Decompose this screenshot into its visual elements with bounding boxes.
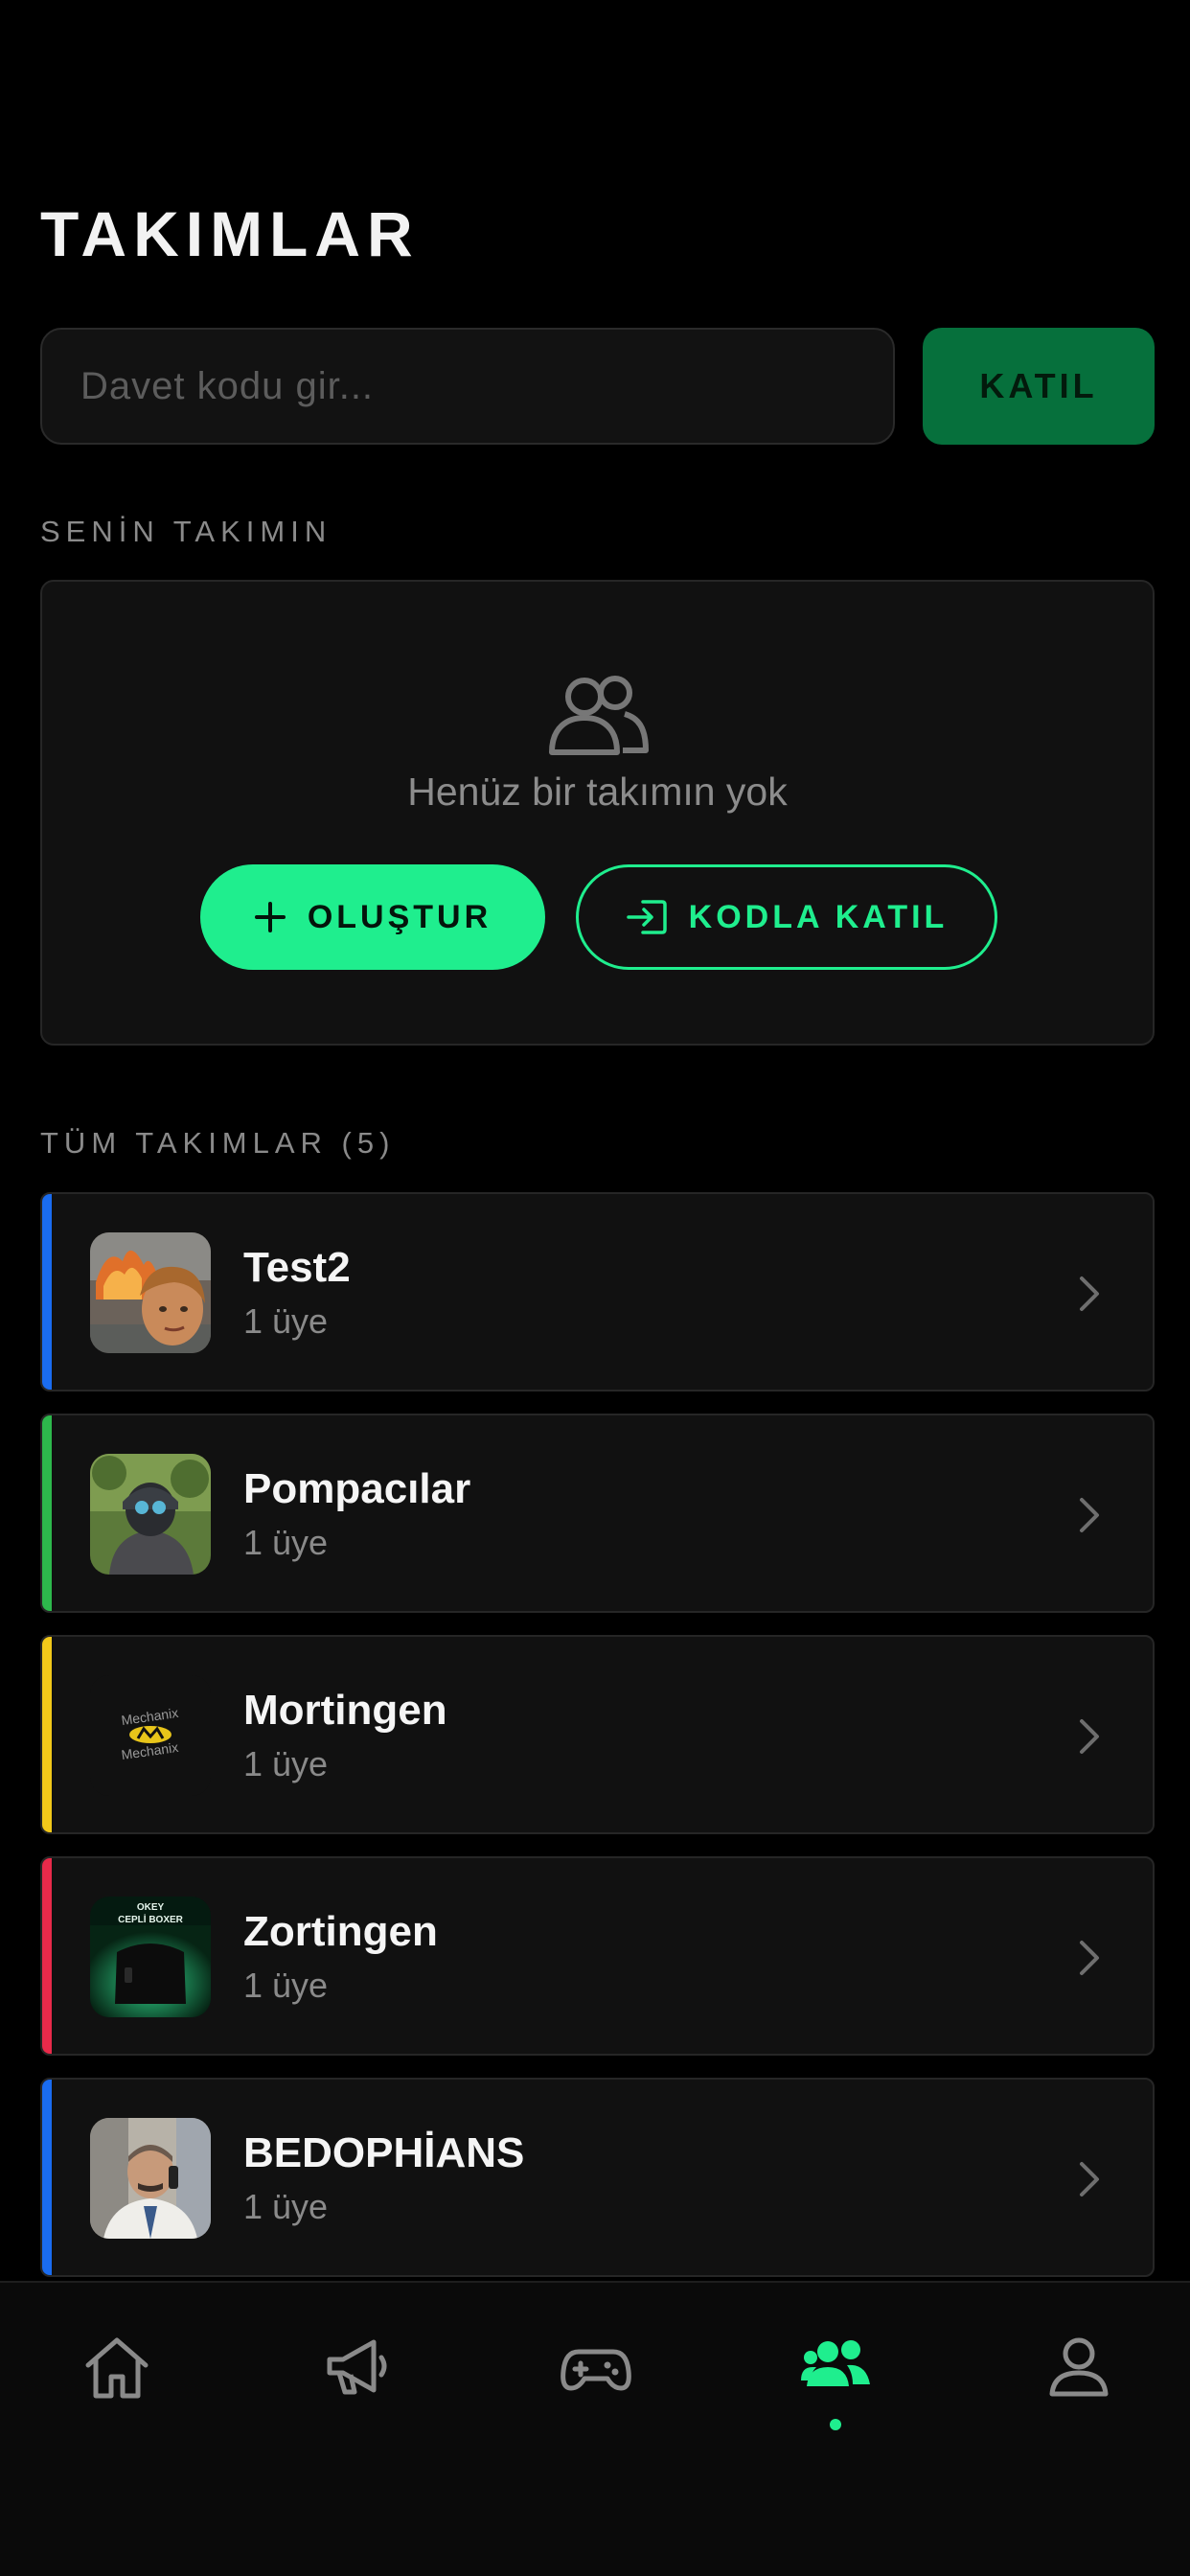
- chevron-right-icon: [1080, 1719, 1099, 1754]
- team-color-accent: [42, 1858, 52, 2054]
- team-member-count: 1 üye: [243, 1523, 329, 1562]
- team-member-count: 1 üye: [243, 1966, 329, 2005]
- join-with-code-label: KODLA KATIL: [688, 898, 949, 935]
- chevron-right-icon: [1080, 1498, 1099, 1532]
- team-name: Zortingen: [243, 1908, 438, 1955]
- team-member-count: 1 üye: [243, 1744, 329, 1783]
- tab-profile[interactable]: [1041, 2329, 1117, 2405]
- team-row[interactable]: Test2 1 üye: [40, 1192, 1155, 1392]
- team-avatar: [90, 1454, 211, 1575]
- team-color-accent: [42, 1194, 52, 1390]
- my-team-section-label: SENİN TAKIMIN: [40, 515, 332, 548]
- chevron-right-icon: [1080, 1276, 1099, 1311]
- team-member-count: 1 üye: [243, 1301, 329, 1341]
- team-row[interactable]: OKEY CEPLİ BOXER Zortingen 1 üye: [40, 1856, 1155, 2056]
- chevron-right-icon: [1080, 1941, 1099, 1975]
- login-icon: [626, 900, 667, 934]
- team-avatar: OKEY CEPLİ BOXER: [90, 1897, 211, 2017]
- team-member-count: 1 üye: [243, 2187, 329, 2226]
- team-row[interactable]: BEDOPHİANS 1 üye: [40, 2078, 1155, 2277]
- team-name: BEDOPHİANS: [243, 2129, 525, 2176]
- bottom-tab-bar: [0, 2281, 1190, 2576]
- team-row[interactable]: Mechanix Mechanix Mortingen 1 üye: [40, 1635, 1155, 1834]
- avatar-caption-line1: OKEY: [137, 1902, 165, 1913]
- my-team-empty-card: Henüz bir takımın yok OLUŞTUR KODLA KATI…: [40, 580, 1155, 1046]
- team-name: Test2: [243, 1244, 351, 1291]
- megaphone-icon: [327, 2339, 387, 2395]
- team-color-accent: [42, 1415, 52, 1611]
- gamepad-icon: [561, 2349, 631, 2391]
- teams-screen: TAKIMLAR KATIL SENİN TAKIMIN Henüz bir t…: [0, 0, 1190, 2576]
- team-avatar: [90, 1232, 211, 1353]
- users-icon: [549, 676, 649, 755]
- join-with-code-button[interactable]: KODLA KATIL: [576, 864, 997, 970]
- invite-code-input[interactable]: [40, 328, 895, 445]
- tab-announcements[interactable]: [318, 2329, 395, 2405]
- create-team-label: OLUŞTUR: [307, 898, 492, 935]
- profile-icon: [1049, 2337, 1109, 2397]
- team-color-accent: [42, 2080, 52, 2275]
- team-row[interactable]: Pompacılar 1 üye: [40, 1414, 1155, 1613]
- create-team-button[interactable]: OLUŞTUR: [200, 864, 545, 970]
- tab-games[interactable]: [558, 2329, 634, 2405]
- avatar-caption-line2: CEPLİ BOXER: [118, 1913, 184, 1925]
- team-avatar: Mechanix Mechanix: [90, 1675, 211, 1796]
- team-color-accent: [42, 1637, 52, 1832]
- empty-state-text: Henüz bir takımın yok: [407, 770, 788, 814]
- chevron-right-icon: [1080, 2162, 1099, 2196]
- team-name: Pompacılar: [243, 1465, 471, 1512]
- all-teams-section-label: TÜM TAKIMLAR (5): [40, 1126, 396, 1160]
- home-icon: [85, 2337, 149, 2399]
- join-button[interactable]: KATIL: [923, 328, 1155, 445]
- team-avatar: [90, 2118, 211, 2239]
- tab-home[interactable]: [79, 2329, 155, 2405]
- team-icon: [801, 2340, 870, 2386]
- active-tab-indicator: [830, 2419, 841, 2430]
- tab-teams[interactable]: [799, 2329, 876, 2430]
- plus-icon: [254, 902, 286, 932]
- team-name: Mortingen: [243, 1687, 447, 1734]
- page-title: TAKIMLAR: [40, 198, 420, 269]
